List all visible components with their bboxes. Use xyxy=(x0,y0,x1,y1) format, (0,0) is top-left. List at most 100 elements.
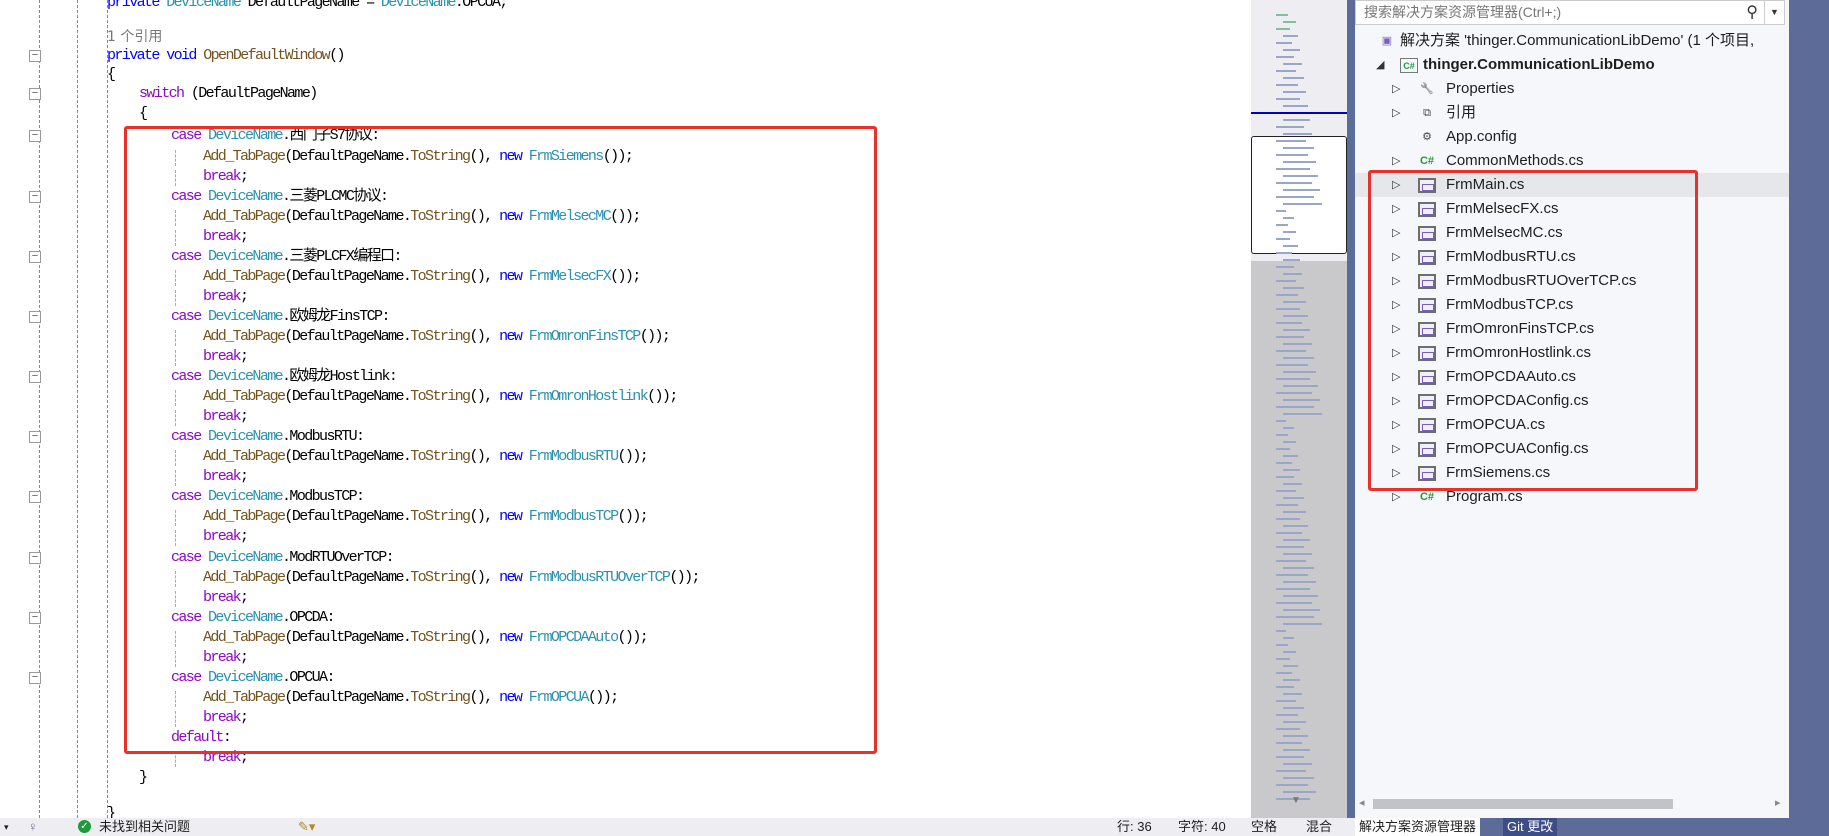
code-line[interactable]: Add_TabPage(DefaultPageName.ToString(), … xyxy=(203,322,671,352)
collapse-toggle-icon[interactable]: − xyxy=(29,88,41,100)
code-line[interactable]: private DeviceName DefaultPageName = Dev… xyxy=(107,0,508,18)
expand-arrow-icon[interactable]: ▷ xyxy=(1392,269,1400,293)
tree-item[interactable]: ▷ FrmMain.cs xyxy=(1355,173,1789,197)
expand-arrow-icon[interactable]: ▷ xyxy=(1392,293,1400,317)
code-line[interactable]: } xyxy=(139,763,148,793)
copilot-icon[interactable]: ♀ xyxy=(28,818,38,836)
tree-item[interactable]: ▷ FrmModbusTCP.cs xyxy=(1355,293,1789,317)
code-editor[interactable]: − − − − − − − − − − − − private DeviceName DefaultP… xyxy=(0,0,1251,818)
minimap-code-line xyxy=(1283,791,1316,793)
expand-arrow-icon[interactable]: ▷ xyxy=(1392,77,1400,101)
expand-arrow-icon[interactable]: ▷ xyxy=(1392,101,1400,125)
tree-item[interactable]: ▷ C# Program.cs xyxy=(1355,485,1789,509)
code-token: (), xyxy=(469,689,500,706)
collapse-toggle-icon[interactable]: − xyxy=(29,491,41,503)
minimap-code-line xyxy=(1283,329,1310,331)
tree-item[interactable]: ▷ FrmOmronFinsTCP.cs xyxy=(1355,317,1789,341)
collapse-arrow-icon[interactable]: ◢ xyxy=(1376,53,1384,77)
collapse-toggle-icon[interactable]: − xyxy=(29,612,41,624)
code-line[interactable]: Add_TabPage(DefaultPageName.ToString(), … xyxy=(203,502,649,532)
tab-solution-explorer[interactable]: 解决方案资源管理器 xyxy=(1355,818,1481,836)
scroll-left-icon[interactable]: ◂ xyxy=(1359,796,1365,809)
tree-item[interactable]: ▷ FrmMelsecFX.cs xyxy=(1355,197,1789,221)
tree-item[interactable]: ◢ C# thinger.CommunicationLibDemo xyxy=(1355,53,1789,77)
tree-item[interactable]: ⚙ App.config xyxy=(1355,125,1789,149)
expand-arrow-icon[interactable]: ▷ xyxy=(1392,365,1400,389)
collapse-toggle-icon[interactable]: − xyxy=(29,431,41,443)
expand-arrow-icon[interactable]: ▷ xyxy=(1392,389,1400,413)
indent-mode[interactable]: 空格 xyxy=(1251,818,1277,836)
scroll-down-icon[interactable]: ▼ xyxy=(1291,795,1301,806)
expand-arrow-icon[interactable]: ▷ xyxy=(1392,341,1400,365)
indent-guide xyxy=(175,390,176,406)
solution-search-input[interactable]: 搜索解决方案资源管理器(Ctrl+;) ⚲ ▼ xyxy=(1355,0,1785,25)
code-line[interactable]: break; xyxy=(203,743,249,773)
panel-splitter[interactable] xyxy=(1347,0,1355,836)
code-line[interactable]: Add_TabPage(DefaultPageName.ToString(), … xyxy=(203,563,701,593)
expand-arrow-icon[interactable]: ▷ xyxy=(1392,245,1400,269)
collapse-toggle-icon[interactable]: − xyxy=(29,311,41,323)
expand-arrow-icon[interactable]: ▷ xyxy=(1392,149,1400,173)
line-endings[interactable]: 混合 xyxy=(1306,818,1332,836)
expand-arrow-icon[interactable]: ▷ xyxy=(1392,461,1400,485)
char-number[interactable]: 字符: 40 xyxy=(1178,818,1226,836)
expand-arrow-icon[interactable]: ▷ xyxy=(1392,173,1400,197)
minimap-code-line xyxy=(1276,560,1306,562)
code-line[interactable]: Add_TabPage(DefaultPageName.ToString(), … xyxy=(203,442,649,472)
tree-item[interactable]: ▷ FrmSiemens.cs xyxy=(1355,461,1789,485)
code-token: (), xyxy=(469,268,500,285)
collapse-toggle-icon[interactable]: − xyxy=(29,191,41,203)
tree-item[interactable]: ▣ 解决方案 'thinger.CommunicationLibDemo' (1 … xyxy=(1355,29,1789,53)
expand-arrow-icon[interactable]: ▷ xyxy=(1392,485,1400,509)
tree-item[interactable]: ▷ FrmOPCUAConfig.cs xyxy=(1355,437,1789,461)
tree-item[interactable]: ▷ 🔧 Properties xyxy=(1355,77,1789,101)
minimap-code-line xyxy=(1276,154,1308,156)
code-line[interactable]: switch (DefaultPageName) xyxy=(139,79,318,109)
tree-item[interactable]: ▷ FrmOmronHostlink.cs xyxy=(1355,341,1789,365)
tree-item[interactable]: ▷ FrmModbusRTU.cs xyxy=(1355,245,1789,269)
expand-arrow-icon[interactable]: ▷ xyxy=(1392,317,1400,341)
scrollbar-thumb[interactable] xyxy=(1373,799,1673,809)
tree-item[interactable]: ▷ FrmMelsecMC.cs xyxy=(1355,221,1789,245)
minimap-code-line xyxy=(1276,770,1306,772)
collapse-toggle-icon[interactable]: − xyxy=(29,552,41,564)
collapse-toggle-icon[interactable]: − xyxy=(29,371,41,383)
code-line[interactable]: { xyxy=(139,99,148,129)
code-line[interactable]: Add_TabPage(DefaultPageName.ToString(), … xyxy=(203,202,641,232)
code-minimap[interactable]: ▼ xyxy=(1251,0,1347,818)
tree-item[interactable]: ▷ FrmOPCUA.cs xyxy=(1355,413,1789,437)
code-line[interactable]: } xyxy=(107,799,116,818)
collapse-toggle-icon[interactable]: − xyxy=(29,251,41,263)
line-number[interactable]: 行: 36 xyxy=(1117,818,1152,836)
collapse-toggle-icon[interactable]: − xyxy=(29,672,41,684)
minimap-code-line xyxy=(1276,462,1292,464)
tree-item[interactable]: ▷ FrmOPCDAAuto.cs xyxy=(1355,365,1789,389)
code-line[interactable]: Add_TabPage(DefaultPageName.ToString(), … xyxy=(203,142,634,172)
code-line[interactable]: private void OpenDefaultWindow() xyxy=(107,41,345,71)
code-line[interactable]: Add_TabPage(DefaultPageName.ToString(), … xyxy=(203,683,619,713)
dropdown-icon[interactable]: ▾ xyxy=(4,818,9,836)
code-token: .OPCUA; xyxy=(454,0,508,11)
tree-item[interactable]: ▷ ⧉ 引用 xyxy=(1355,101,1789,125)
code-line[interactable]: Add_TabPage(DefaultPageName.ToString(), … xyxy=(203,382,678,412)
tab-git-changes[interactable]: Git 更改 xyxy=(1503,818,1558,836)
code-token: ()); xyxy=(617,448,649,465)
code-line[interactable]: { xyxy=(107,60,116,90)
tree-item[interactable]: ▷ FrmModbusRTUOverTCP.cs xyxy=(1355,269,1789,293)
expand-arrow-icon[interactable]: ▷ xyxy=(1392,437,1400,461)
collapse-toggle-icon[interactable]: − xyxy=(29,50,41,62)
scroll-right-icon[interactable]: ▸ xyxy=(1775,796,1781,809)
tree-item[interactable]: ▷ C# CommonMethods.cs xyxy=(1355,149,1789,173)
tree-item[interactable]: ▷ FrmOPCDAConfig.cs xyxy=(1355,389,1789,413)
code-line[interactable]: Add_TabPage(DefaultPageName.ToString(), … xyxy=(203,262,641,292)
horizontal-scrollbar[interactable]: ◂ ▸ xyxy=(1355,795,1789,813)
search-icon[interactable]: ⚲ xyxy=(1746,1,1758,24)
expand-arrow-icon[interactable]: ▷ xyxy=(1392,197,1400,221)
collapse-toggle-icon[interactable]: − xyxy=(29,130,41,142)
expand-arrow-icon[interactable]: ▷ xyxy=(1392,413,1400,437)
search-options-dropdown[interactable]: ▼ xyxy=(1764,1,1784,24)
expand-arrow-icon[interactable]: ▷ xyxy=(1392,221,1400,245)
code-line[interactable]: Add_TabPage(DefaultPageName.ToString(), … xyxy=(203,623,649,653)
issues-status[interactable]: 未找到相关问题 xyxy=(99,818,190,836)
code-cleanup-icon[interactable]: ✎▾ xyxy=(298,818,315,836)
